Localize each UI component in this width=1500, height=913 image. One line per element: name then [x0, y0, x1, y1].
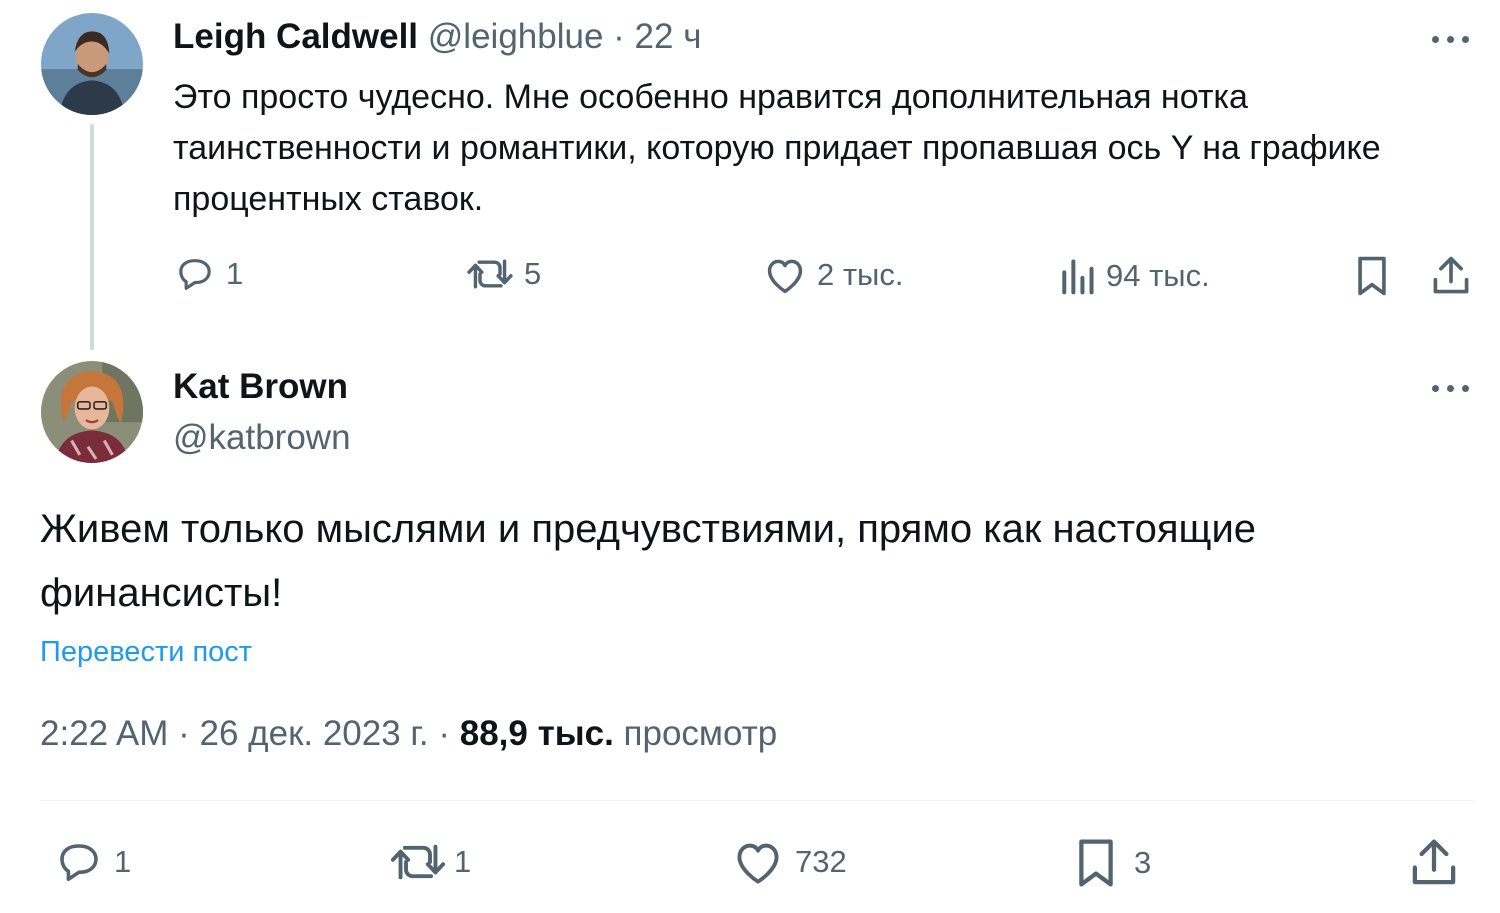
more-icon[interactable]	[1432, 381, 1472, 395]
repost-count: 5	[524, 256, 542, 291]
post-time[interactable]: 2:22 AM	[40, 714, 168, 753]
like-count: 2 тыс.	[817, 257, 904, 292]
bookmark-button[interactable]: 3	[1072, 836, 1151, 890]
thread-line	[90, 124, 94, 350]
views-button[interactable]: 94 тыс.	[1058, 256, 1210, 296]
author-handle[interactable]: @leighblue	[428, 17, 604, 56]
tweet1-text: Это просто чудесно. Мне особенно нравитс…	[173, 78, 1381, 218]
more-icon[interactable]	[1432, 32, 1472, 46]
bookmark-icon	[1358, 256, 1386, 296]
bookmark-icon	[1079, 839, 1113, 887]
like-icon	[767, 259, 803, 294]
post-date[interactable]: 26 дек. 2023 г.	[200, 714, 429, 753]
like-button[interactable]: 732	[731, 838, 847, 886]
reply-button[interactable]: 1	[174, 254, 243, 294]
views-icon	[1062, 259, 1094, 295]
repost-icon	[390, 844, 446, 880]
tweet2-text: Живем только мыслями и предчувствиями, п…	[40, 507, 1257, 615]
meta-separator: ·	[168, 714, 200, 753]
bookmark-button[interactable]	[1352, 254, 1392, 298]
tweet1-header: Leigh Caldwell @leighblue · 22 ч	[173, 14, 701, 60]
meta-separator: ·	[428, 714, 460, 753]
like-count: 732	[795, 844, 847, 879]
translate-post-link[interactable]: Перевести пост	[40, 632, 252, 672]
avatar-leigh-caldwell[interactable]	[41, 13, 143, 115]
post-meta: 2:22 AM · 26 дек. 2023 г. · 88,9 тыс. пр…	[40, 710, 777, 758]
share-button[interactable]	[1430, 254, 1472, 298]
header-separator: ·	[603, 17, 635, 56]
like-button[interactable]: 2 тыс.	[763, 255, 903, 295]
reply-icon	[179, 259, 211, 290]
divider	[40, 800, 1474, 801]
bookmark-count: 3	[1134, 845, 1152, 880]
views-count[interactable]: 88,9 тыс.	[460, 714, 614, 753]
share-icon	[1433, 256, 1469, 294]
reply-count: 1	[226, 256, 244, 291]
author-name[interactable]: Kat Brown	[173, 365, 348, 409]
reply-count: 1	[114, 844, 132, 879]
post-time[interactable]: 22 ч	[635, 17, 702, 56]
views-label: просмотр	[613, 714, 778, 753]
repost-button[interactable]: 5	[466, 254, 541, 294]
reply-button[interactable]: 1	[52, 838, 131, 886]
author-handle[interactable]: @katbrown	[173, 416, 351, 460]
repost-icon	[467, 259, 513, 289]
repost-count: 1	[454, 844, 472, 879]
share-button[interactable]	[1408, 836, 1460, 890]
views-count: 94 тыс.	[1106, 258, 1210, 293]
avatar-kat-brown[interactable]	[41, 361, 143, 463]
reply-icon	[60, 844, 98, 881]
like-icon	[737, 843, 779, 884]
author-name[interactable]: Leigh Caldwell	[173, 17, 418, 56]
share-icon	[1412, 839, 1456, 885]
repost-button[interactable]: 1	[388, 838, 471, 886]
